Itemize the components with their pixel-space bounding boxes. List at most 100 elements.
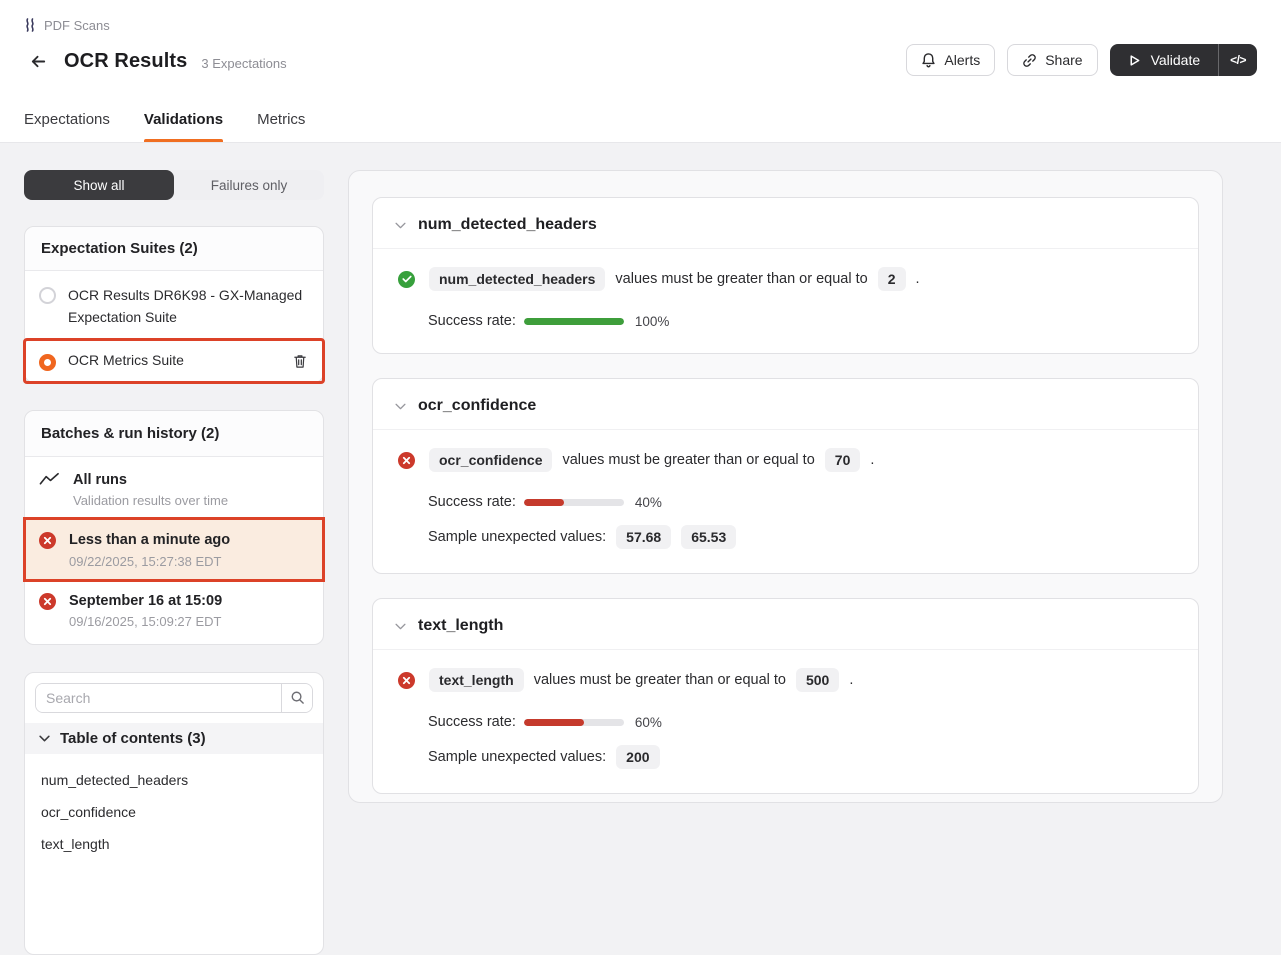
card-header[interactable]: ocr_confidence xyxy=(373,379,1198,430)
expectation-suites-panel: Expectation Suites (2) OCR Results DR6K9… xyxy=(24,226,324,383)
card-title: text_length xyxy=(418,617,503,635)
failures-only-toggle[interactable]: Failures only xyxy=(174,170,324,200)
run-title: Less than a minute ago xyxy=(69,530,230,550)
rule-text: values must be greater than or equal to xyxy=(562,452,814,468)
success-rate-bar xyxy=(524,719,624,726)
all-runs-title: All runs xyxy=(73,470,228,490)
delete-suite-button[interactable] xyxy=(291,352,309,371)
failed-status-icon xyxy=(39,532,56,549)
tab-validations[interactable]: Validations xyxy=(144,111,223,142)
table-of-contents-panel: Table of contents (3) num_detected_heade… xyxy=(24,672,324,955)
breadcrumb-label: PDF Scans xyxy=(44,18,110,33)
trash-icon xyxy=(293,354,307,369)
toc-item-num-detected-headers[interactable]: num_detected_headers xyxy=(41,764,307,796)
failed-status-icon xyxy=(398,452,415,469)
alerts-button[interactable]: Alerts xyxy=(906,44,995,76)
search-box xyxy=(35,683,313,713)
validate-button[interactable]: Validate xyxy=(1110,44,1219,76)
show-all-toggle[interactable]: Show all xyxy=(24,170,174,200)
link-icon xyxy=(1022,53,1037,68)
success-rate-label: Success rate: xyxy=(428,714,516,730)
success-rate-bar xyxy=(524,318,624,325)
chevron-down-icon xyxy=(395,222,406,229)
success-rate-label: Success rate: xyxy=(428,494,516,510)
chevron-down-icon xyxy=(39,735,50,742)
samples-label: Sample unexpected values: xyxy=(428,529,606,545)
run-timestamp: 09/16/2025, 15:09:27 EDT xyxy=(69,614,222,629)
failed-status-icon xyxy=(398,672,415,689)
back-button[interactable] xyxy=(24,47,52,75)
threshold-chip: 70 xyxy=(825,448,861,472)
share-button[interactable]: Share xyxy=(1007,44,1097,76)
sidebar: Show all Failures only Expectation Suite… xyxy=(24,170,324,955)
success-rate-label: Success rate: xyxy=(428,313,516,329)
arrow-left-icon xyxy=(29,52,48,71)
failed-status-icon xyxy=(39,593,56,610)
rule-terminator: . xyxy=(916,271,920,287)
rule-terminator: . xyxy=(849,672,853,688)
rule-text: values must be greater than or equal to xyxy=(615,271,867,287)
toc-item-text-length[interactable]: text_length xyxy=(41,828,307,860)
code-snippet-button[interactable]: </> xyxy=(1219,44,1257,76)
expectation-suites-header: Expectation Suites (2) xyxy=(25,227,323,271)
column-chip: num_detected_headers xyxy=(429,267,605,291)
validation-results-container: num_detected_headers num_detected_header… xyxy=(348,170,1223,803)
search-icon xyxy=(290,690,305,705)
validate-label: Validate xyxy=(1151,52,1201,68)
card-title: ocr_confidence xyxy=(418,397,536,415)
column-chip: text_length xyxy=(429,668,524,692)
search-button[interactable] xyxy=(281,684,312,712)
share-label: Share xyxy=(1045,52,1082,68)
trend-line-icon xyxy=(39,472,60,487)
data-asset-icon xyxy=(24,18,36,32)
toc-item-ocr-confidence[interactable]: ocr_confidence xyxy=(41,796,307,828)
run-item-previous[interactable]: September 16 at 15:09 09/16/2025, 15:09:… xyxy=(25,580,323,644)
suite-item-ocr-metrics[interactable]: OCR Metrics Suite xyxy=(25,340,323,382)
all-runs-subtitle: Validation results over time xyxy=(73,493,228,508)
tab-expectations[interactable]: Expectations xyxy=(24,111,110,142)
radio-selected-icon[interactable] xyxy=(39,354,56,371)
code-icon: </> xyxy=(1230,53,1246,67)
threshold-chip: 500 xyxy=(796,668,839,692)
success-rate-value: 40% xyxy=(635,495,662,510)
page-subtitle: 3 Expectations xyxy=(201,52,286,71)
tab-bar: Expectations Validations Metrics xyxy=(24,111,305,142)
radio-unselected-icon[interactable] xyxy=(39,287,56,304)
sample-value-chip: 57.68 xyxy=(616,525,671,549)
result-card-text-length: text_length text_length values must be g… xyxy=(372,598,1199,794)
card-header[interactable]: num_detected_headers xyxy=(373,198,1198,249)
suite-label: OCR Results DR6K98 - GX-Managed Expectat… xyxy=(68,285,309,328)
result-card-ocr-confidence: ocr_confidence ocr_confidence values mus… xyxy=(372,378,1199,574)
suite-item-gx-managed[interactable]: OCR Results DR6K98 - GX-Managed Expectat… xyxy=(25,271,323,340)
chevron-down-icon xyxy=(395,403,406,410)
toc-header[interactable]: Table of contents (3) xyxy=(25,723,323,754)
passed-status-icon xyxy=(398,271,415,288)
column-chip: ocr_confidence xyxy=(429,448,552,472)
validate-button-group: Validate </> xyxy=(1110,44,1257,76)
card-title: num_detected_headers xyxy=(418,216,597,234)
success-rate-bar xyxy=(524,499,624,506)
tab-metrics[interactable]: Metrics xyxy=(257,111,305,142)
results-filter-toggle: Show all Failures only xyxy=(24,170,324,200)
samples-label: Sample unexpected values: xyxy=(428,749,606,765)
run-title: September 16 at 15:09 xyxy=(69,591,222,611)
play-icon xyxy=(1128,54,1141,67)
rule-terminator: . xyxy=(870,452,874,468)
run-item-latest[interactable]: Less than a minute ago 09/22/2025, 15:27… xyxy=(25,519,323,579)
chevron-down-icon xyxy=(395,623,406,630)
success-rate-value: 60% xyxy=(635,715,662,730)
rule-text: values must be greater than or equal to xyxy=(534,672,786,688)
all-runs-item[interactable]: All runs Validation results over time xyxy=(25,457,323,519)
toc-header-label: Table of contents (3) xyxy=(60,730,206,747)
card-header[interactable]: text_length xyxy=(373,599,1198,650)
page-title: OCR Results xyxy=(64,50,187,73)
success-rate-value: 100% xyxy=(635,314,670,329)
result-card-num-detected-headers: num_detected_headers num_detected_header… xyxy=(372,197,1199,354)
alerts-label: Alerts xyxy=(944,52,980,68)
bell-icon xyxy=(921,52,936,68)
batches-panel: Batches & run history (2) All runs Valid… xyxy=(24,410,324,645)
batches-header: Batches & run history (2) xyxy=(25,411,323,457)
page-header: PDF Scans OCR Results 3 Expectations Ale… xyxy=(0,0,1281,143)
search-input[interactable] xyxy=(36,684,281,712)
breadcrumb[interactable]: PDF Scans xyxy=(24,16,1257,34)
